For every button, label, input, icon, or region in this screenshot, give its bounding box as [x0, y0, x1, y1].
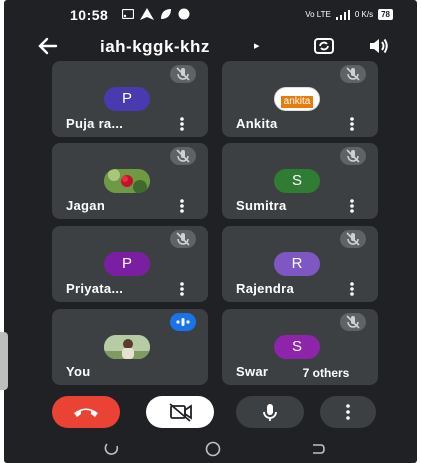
end-call-button[interactable]: [52, 396, 120, 428]
participant-tile[interactable]: R Rajendra: [222, 226, 378, 302]
avatar: R: [274, 252, 320, 276]
videocam-off-icon: [169, 403, 192, 422]
avatar: P: [104, 87, 150, 111]
participant-tile[interactable]: P Priyata...: [52, 226, 208, 302]
network-label: Vo LTE: [305, 10, 331, 19]
meeting-code[interactable]: iah-kggk-khz: [100, 37, 210, 57]
speaker-icon[interactable]: [367, 35, 391, 57]
scroll-edge-handle[interactable]: [0, 332, 8, 390]
participant-name: Ankita: [236, 116, 278, 131]
avatar: ankita: [274, 87, 320, 111]
participant-name: Jagan: [66, 198, 106, 213]
back-nav-icon[interactable]: [310, 442, 326, 456]
leaf-icon: [161, 9, 171, 19]
arrow-left-icon[interactable]: [36, 35, 60, 57]
navigation-icon: [140, 8, 154, 20]
participant-name: You: [66, 364, 91, 379]
avatar: P: [104, 252, 150, 276]
flip-camera-icon[interactable]: [312, 34, 336, 58]
participant-name: Sumitra: [236, 198, 287, 213]
participant-tile[interactable]: P Puja ra...: [52, 61, 208, 137]
more-vert-icon[interactable]: [346, 280, 358, 298]
screen-cast-icon: [122, 9, 134, 19]
home-icon[interactable]: [204, 441, 222, 457]
more-vert-icon[interactable]: [346, 197, 358, 215]
avatar: S: [274, 335, 320, 359]
more-vert-icon[interactable]: [346, 115, 358, 133]
mic-off-icon: [340, 230, 366, 248]
call-end-icon: [74, 408, 98, 417]
participant-tile[interactable]: ankita Ankita: [222, 61, 378, 137]
notification-icons: [122, 8, 190, 20]
participant-name: Puja ra...: [66, 116, 124, 131]
participant-name: Swar: [236, 364, 269, 379]
status-bar: 10:58 Vo LTE 0 K/s 78: [4, 0, 417, 28]
participant-name: Rajendra: [236, 281, 295, 296]
more-vert-icon: [346, 404, 350, 420]
mic-off-icon: [170, 65, 196, 83]
system-icons: Vo LTE 0 K/s 78: [305, 9, 393, 20]
mic-off-icon: [170, 230, 196, 248]
avatar: S: [274, 169, 320, 193]
system-nav-bar: [4, 436, 417, 463]
more-vert-icon[interactable]: [176, 280, 188, 298]
others-count-chip[interactable]: 7 others: [286, 363, 366, 383]
mic-toggle-button[interactable]: [236, 396, 304, 428]
speaking-indicator-icon: [170, 313, 196, 331]
avatar-image-label: ankita: [280, 96, 314, 108]
mic-off-icon: [340, 147, 366, 165]
more-options-button[interactable]: [320, 396, 376, 428]
avatar-photo: [104, 169, 150, 193]
dot-icon: [178, 8, 190, 20]
speed-label: 0 K/s: [354, 10, 374, 19]
participant-name: Priyata...: [66, 281, 124, 296]
mic-off-icon: [340, 313, 366, 331]
participant-tile[interactable]: Jagan: [52, 143, 208, 219]
meet-call-screen: 10:58 Vo LTE 0 K/s 78 iah-kggk-khz ▸ P P…: [4, 0, 417, 463]
more-vert-icon[interactable]: [176, 115, 188, 133]
participant-tile[interactable]: S Sumitra: [222, 143, 378, 219]
battery-icon: 78: [378, 9, 393, 20]
meeting-info-caret[interactable]: ▸: [254, 39, 260, 52]
signal-icon: [335, 9, 350, 20]
status-time: 10:58: [70, 7, 109, 23]
mic-off-icon: [170, 147, 196, 165]
camera-toggle-button[interactable]: [146, 396, 214, 428]
mic-icon: [263, 404, 277, 421]
mic-off-icon: [340, 65, 366, 83]
self-tile[interactable]: You: [52, 309, 208, 385]
call-controls: [4, 396, 417, 432]
call-header: iah-kggk-khz ▸: [4, 30, 417, 64]
avatar-photo: [104, 335, 150, 359]
recent-apps-icon[interactable]: [104, 442, 120, 456]
more-vert-icon[interactable]: [176, 197, 188, 215]
